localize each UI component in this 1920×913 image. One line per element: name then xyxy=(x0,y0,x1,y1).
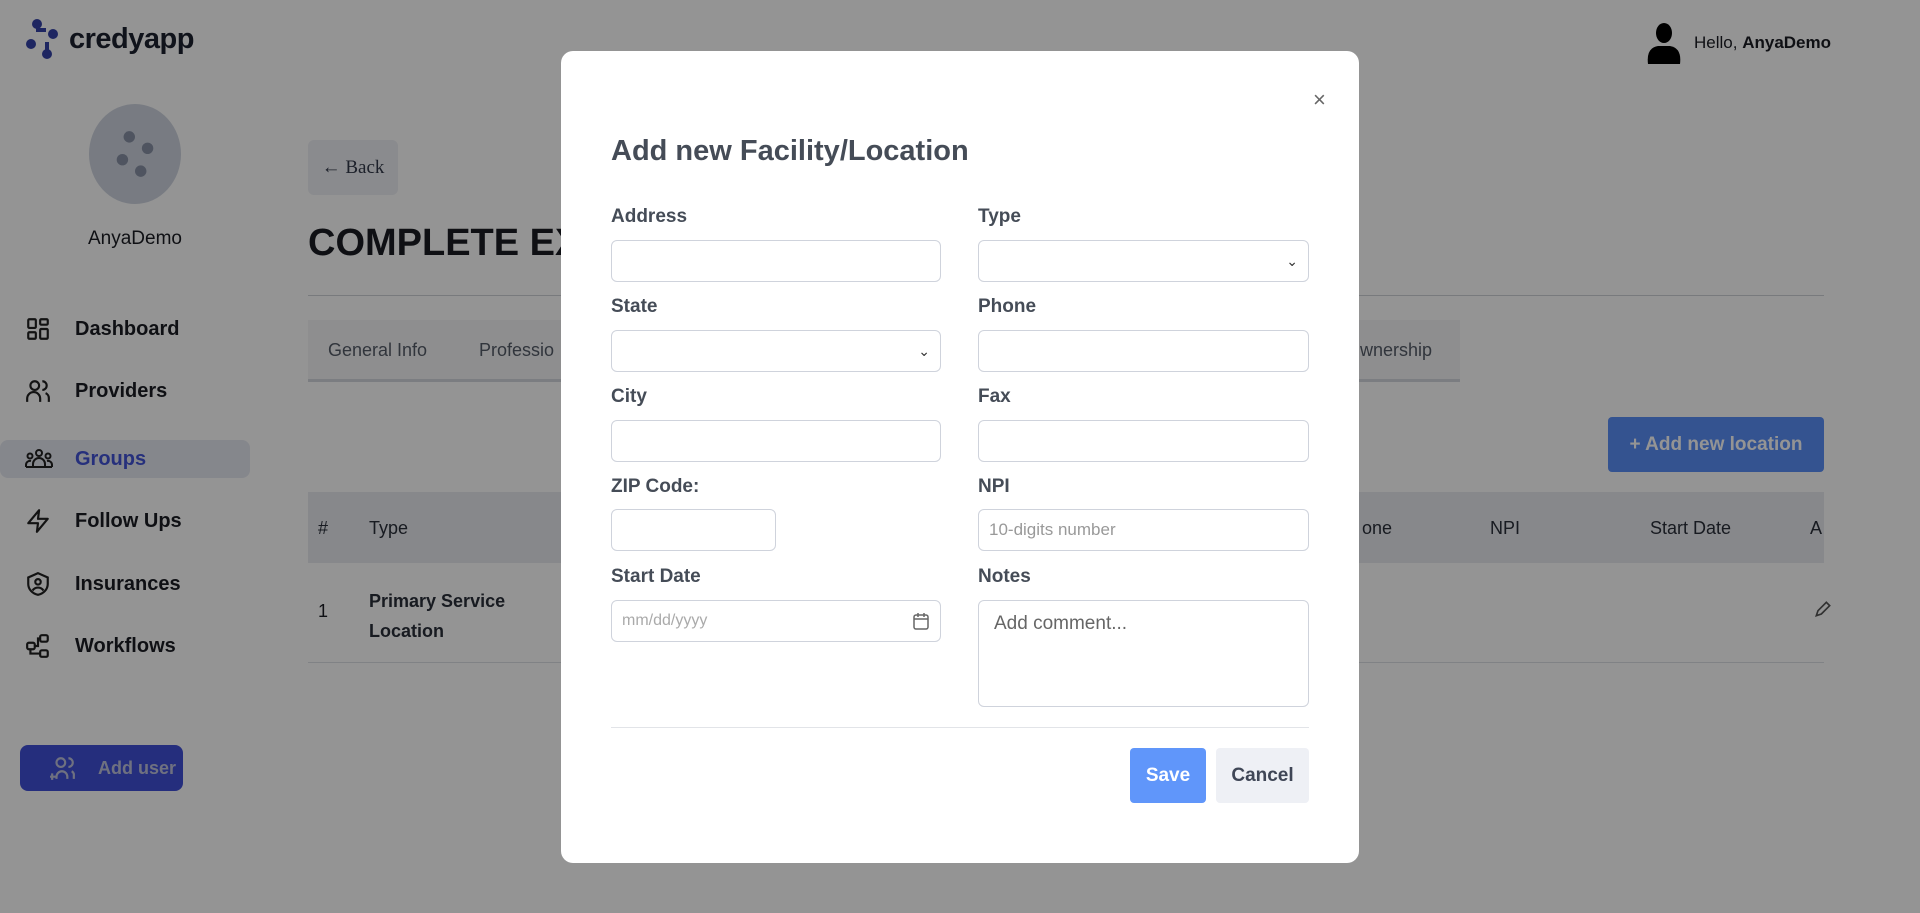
address-input[interactable] xyxy=(611,240,941,282)
city-label: City xyxy=(611,386,647,407)
start-date-placeholder: mm/dd/yyyy xyxy=(622,612,708,629)
phone-input[interactable] xyxy=(978,330,1309,372)
notes-placeholder: Add comment... xyxy=(994,613,1128,634)
notes-label: Notes xyxy=(978,566,1031,587)
modal-title: Add new Facility/Location xyxy=(611,135,969,167)
state-label: State xyxy=(611,296,658,317)
zip-label: ZIP Code: xyxy=(611,476,700,497)
chevron-down-icon: ⌄ xyxy=(1286,252,1298,269)
start-date-input[interactable]: mm/dd/yyyy xyxy=(611,600,941,642)
npi-placeholder: 10-digits number xyxy=(989,520,1116,539)
city-input[interactable] xyxy=(611,420,941,462)
npi-input[interactable]: 10-digits number xyxy=(978,509,1309,551)
start-date-label: Start Date xyxy=(611,566,701,587)
type-label: Type xyxy=(978,206,1021,227)
zip-input[interactable] xyxy=(611,509,776,551)
type-select[interactable]: ⌄ xyxy=(978,240,1309,282)
phone-label: Phone xyxy=(978,296,1037,317)
state-select[interactable]: ⌄ xyxy=(611,330,941,372)
npi-label: NPI xyxy=(978,476,1010,497)
chevron-down-icon: ⌄ xyxy=(918,342,930,359)
close-icon[interactable]: × xyxy=(1313,87,1326,113)
save-button[interactable]: Save xyxy=(1130,748,1206,803)
add-location-modal: × Add new Facility/Location Address Type… xyxy=(561,51,1359,863)
calendar-icon[interactable] xyxy=(912,611,930,631)
notes-textarea[interactable]: Add comment... xyxy=(978,600,1309,707)
fax-label: Fax xyxy=(978,386,1011,407)
fax-input[interactable] xyxy=(978,420,1309,462)
cancel-button[interactable]: Cancel xyxy=(1216,748,1309,803)
address-label: Address xyxy=(611,206,688,227)
modal-footer-divider xyxy=(611,727,1309,728)
